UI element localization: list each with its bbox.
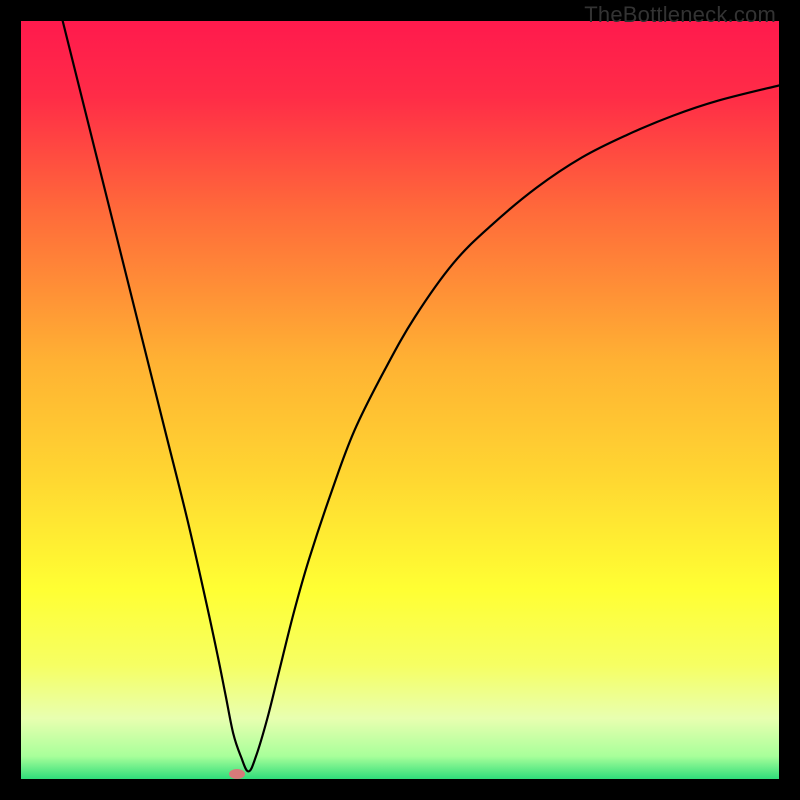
gradient-background [21, 21, 779, 779]
chart-frame [21, 21, 779, 779]
bottleneck-chart [21, 21, 779, 779]
watermark-text: TheBottleneck.com [584, 2, 776, 28]
optimum-marker [229, 769, 245, 779]
